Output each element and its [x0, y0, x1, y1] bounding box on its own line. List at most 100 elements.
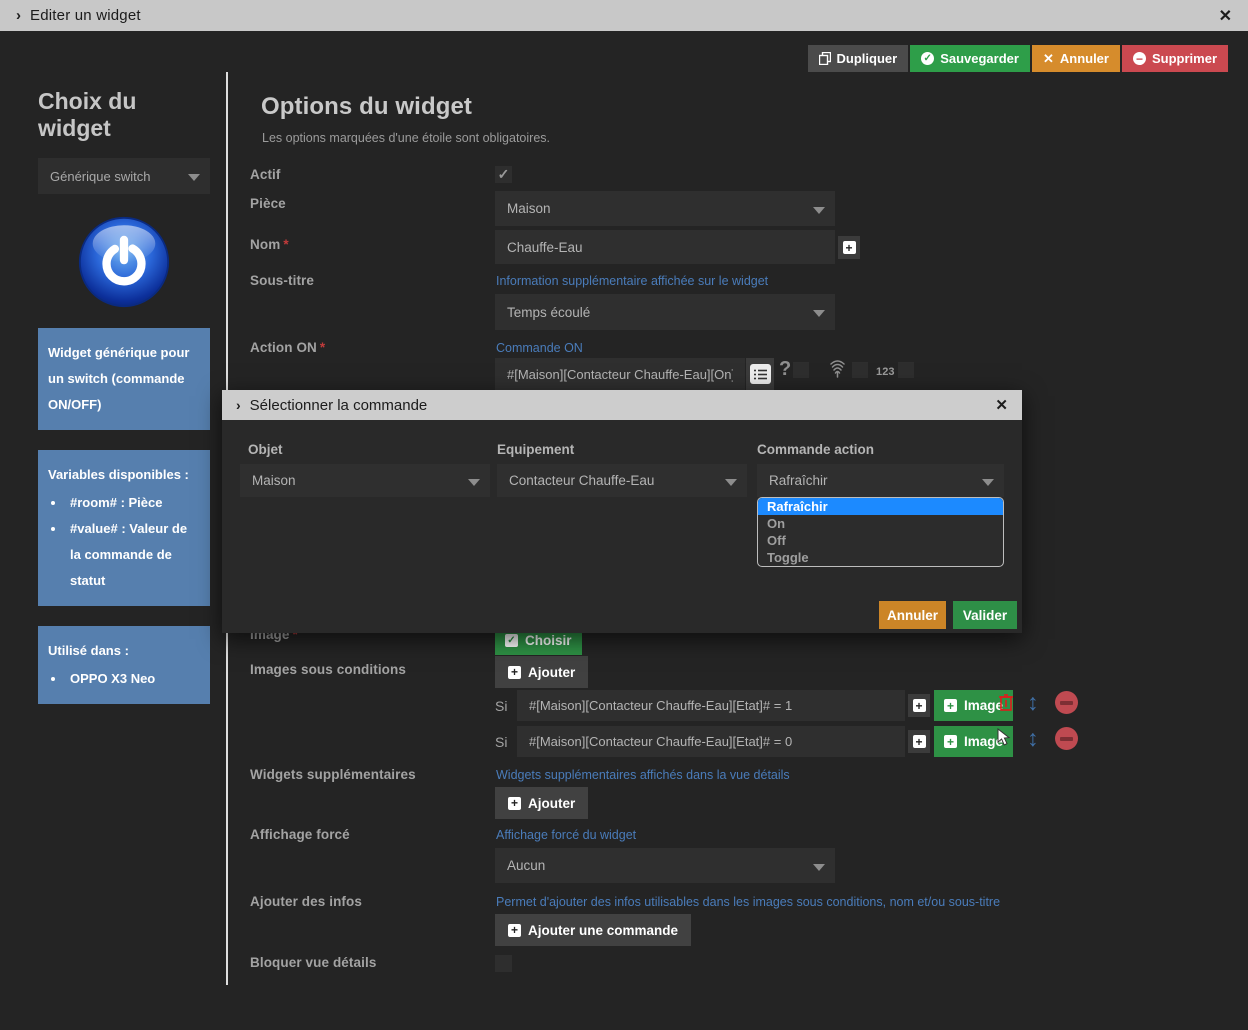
- piece-label: Pièce: [250, 196, 286, 211]
- mouse-cursor: [997, 728, 1012, 746]
- condition-add-button-1[interactable]: +: [908, 694, 930, 717]
- sidebar-heading: Choix du widget: [38, 88, 210, 142]
- objet-label: Objet: [248, 442, 283, 457]
- si-label: Si: [495, 698, 507, 714]
- widget-type-value: Générique switch: [50, 169, 150, 184]
- piece-select[interactable]: Maison: [495, 191, 835, 226]
- option-rafraichir[interactable]: Rafraîchir: [758, 498, 1003, 515]
- modal-titlebar: › Sélectionner la commande ✕: [222, 390, 1022, 420]
- option-toggle[interactable]: Toggle: [758, 549, 1003, 566]
- widgets-sup-help: Widgets supplémentaires affichés dans la…: [496, 768, 790, 782]
- used-in-title: Utilisé dans :: [48, 638, 200, 664]
- condition-add-button-2[interactable]: +: [908, 730, 930, 753]
- actif-label: Actif: [250, 167, 281, 182]
- sous-titre-value: Temps écoulé: [507, 305, 590, 320]
- select-command-button[interactable]: [746, 358, 774, 390]
- delete-button[interactable]: − Supprimer: [1122, 45, 1228, 72]
- commande-label: Commande action: [757, 442, 874, 457]
- variables-title: Variables disponibles :: [48, 462, 200, 488]
- add-widget-label: Ajouter: [528, 796, 575, 811]
- chevron-down-icon: [982, 479, 994, 486]
- widget-type-select[interactable]: Générique switch: [38, 158, 210, 194]
- edit-widget-window: › Editer un widget ✕ Dupliquer ✓ Sauvega…: [0, 0, 1248, 1030]
- numeric-checkbox[interactable]: [898, 362, 914, 378]
- chevron-down-icon: [188, 174, 200, 181]
- chevron-down-icon: [725, 479, 737, 486]
- modal-validate-button[interactable]: Valider: [953, 601, 1017, 629]
- modal-close-icon[interactable]: ✕: [995, 396, 1008, 414]
- fingerprint-checkbox[interactable]: [852, 362, 868, 378]
- affichage-select[interactable]: Aucun: [495, 848, 835, 883]
- actif-checkbox[interactable]: ✓: [495, 166, 512, 183]
- nom-input[interactable]: [495, 230, 835, 264]
- save-label: Sauvegarder: [940, 51, 1019, 66]
- plus-icon: +: [913, 735, 926, 748]
- objet-value: Maison: [252, 473, 296, 488]
- equipement-label: Equipement: [497, 442, 574, 457]
- remove-condition-button-1[interactable]: [1055, 691, 1078, 714]
- chevron-down-icon: [813, 207, 825, 214]
- duplicate-button[interactable]: Dupliquer: [808, 45, 909, 72]
- widget-choice-panel: Choix du widget Générique switch: [38, 88, 210, 704]
- si-label: Si: [495, 734, 507, 750]
- chevron-right-icon: ›: [16, 7, 21, 24]
- cancel-label: Annuler: [1060, 51, 1109, 66]
- widgets-sup-label: Widgets supplémentaires: [250, 767, 416, 782]
- add-condition-button[interactable]: + Ajouter: [495, 656, 588, 688]
- question-checkbox[interactable]: [793, 362, 809, 378]
- commande-options-list: Rafraîchir On Off Toggle: [757, 497, 1004, 567]
- option-on[interactable]: On: [758, 515, 1003, 532]
- variable-item: #room# : Pièce: [66, 490, 200, 516]
- sous-titre-select[interactable]: Temps écoulé: [495, 294, 835, 330]
- select-command-modal: › Sélectionner la commande ✕ Objet Maiso…: [222, 390, 1022, 633]
- cancel-button[interactable]: ✕ Annuler: [1032, 45, 1120, 72]
- condition-image-label: Image: [964, 698, 1003, 713]
- plus-icon: +: [913, 699, 926, 712]
- chevron-down-icon: [813, 310, 825, 317]
- list-icon: [750, 364, 771, 384]
- nom-add-button[interactable]: +: [838, 236, 860, 259]
- action-on-help: Commande ON: [496, 341, 583, 355]
- commande-value: Rafraîchir: [769, 473, 828, 488]
- widget-description-box: Widget générique pour un switch (command…: [38, 328, 210, 430]
- add-command-label: Ajouter une commande: [528, 923, 678, 938]
- close-window-icon[interactable]: ✕: [1219, 6, 1232, 26]
- condition-input-2[interactable]: [517, 726, 905, 757]
- condition-input-1[interactable]: [517, 690, 905, 721]
- equipement-select[interactable]: Contacteur Chauffe-Eau: [497, 464, 747, 497]
- fingerprint-icon: [829, 359, 846, 378]
- check-icon: ✓: [498, 166, 510, 183]
- affichage-value: Aucun: [507, 858, 545, 873]
- infos-label: Ajouter des infos: [250, 894, 362, 909]
- chevron-right-icon: ›: [236, 397, 241, 413]
- plus-icon: +: [508, 666, 521, 679]
- form-subtitle: Les options marquées d'une étoile sont o…: [262, 131, 550, 145]
- reorder-icon[interactable]: ↕: [1027, 727, 1039, 750]
- add-widget-button[interactable]: + Ajouter: [495, 787, 588, 819]
- bloquer-checkbox[interactable]: [495, 955, 512, 972]
- trash-icon[interactable]: [999, 694, 1013, 711]
- reorder-icon[interactable]: ↕: [1027, 691, 1039, 714]
- objet-select[interactable]: Maison: [240, 464, 490, 497]
- action-on-label: Action ON*: [250, 340, 325, 355]
- toolbar: Dupliquer ✓ Sauvegarder ✕ Annuler − Supp…: [808, 45, 1228, 72]
- copy-icon: [819, 52, 831, 65]
- variable-item: #value# : Valeur de la commande de statu…: [66, 516, 200, 594]
- save-button[interactable]: ✓ Sauvegarder: [910, 45, 1030, 72]
- required-star: *: [320, 340, 325, 355]
- sous-titre-help: Information supplémentaire affichée sur …: [496, 274, 768, 288]
- add-command-button[interactable]: + Ajouter une commande: [495, 914, 691, 946]
- option-off[interactable]: Off: [758, 532, 1003, 549]
- widget-description: Widget générique pour un switch (command…: [48, 345, 189, 412]
- check-square-icon: ✓: [505, 634, 518, 647]
- commande-select[interactable]: Rafraîchir: [757, 464, 1004, 497]
- modal-cancel-button[interactable]: Annuler: [879, 601, 946, 629]
- numeric-badge: 123: [876, 366, 895, 378]
- infos-help: Permet d'ajouter des infos utilisables d…: [496, 895, 1000, 909]
- remove-condition-button-2[interactable]: [1055, 727, 1078, 750]
- plus-icon: +: [508, 797, 521, 810]
- affichage-label: Affichage forcé: [250, 827, 350, 842]
- choose-image-label: Choisir: [525, 633, 572, 648]
- action-on-label-text: Action ON: [250, 340, 317, 355]
- action-on-input[interactable]: [495, 358, 745, 390]
